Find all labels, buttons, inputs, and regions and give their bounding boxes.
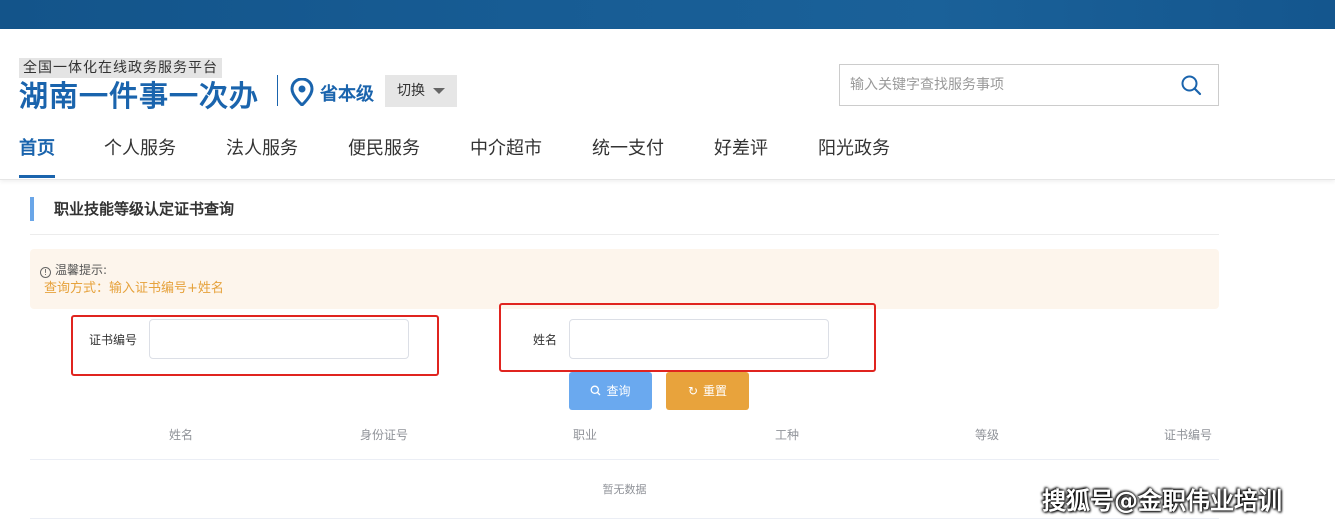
refresh-icon: ↻ (687, 384, 699, 398)
column-header-name: 姓名 (169, 428, 194, 442)
tip-heading-text: 温馨提示: (55, 263, 108, 277)
search-icon (591, 385, 601, 396)
cert-number-input[interactable] (149, 319, 409, 359)
region-level: 省本级 (320, 84, 374, 105)
brand-title[interactable]: 湖南一件事一次办 (19, 78, 259, 114)
switch-region-button[interactable]: 切换 (385, 75, 457, 107)
nav-item-unified-payment[interactable]: 统一支付 (592, 133, 664, 165)
caret-down-icon (433, 88, 445, 94)
info-icon: ! (40, 267, 51, 278)
tip-panel: ! 温馨提示: 查询方式：输入证书编号+姓名 (30, 249, 1219, 309)
nav-item-rating[interactable]: 好差评 (714, 133, 768, 165)
column-header-level: 等级 (975, 428, 1000, 442)
nav-item-personal-services[interactable]: 个人服务 (104, 133, 176, 165)
nav-item-convenience-services[interactable]: 便民服务 (348, 133, 420, 165)
query-button[interactable]: 查询 (569, 372, 652, 410)
column-header-id-number: 身份证号 (360, 428, 409, 442)
name-label: 姓名 (533, 333, 558, 347)
tip-text: 查询方式：输入证书编号+姓名 (44, 281, 224, 296)
header-divider (277, 75, 278, 106)
query-button-label: 查询 (606, 384, 631, 398)
nav-item-agency-market[interactable]: 中介超市 (470, 133, 542, 165)
watermark: 搜狐号@金职伟业培训 (1042, 487, 1282, 515)
title-divider (30, 234, 1219, 235)
results-table-header: 姓名 身份证号 职业 工种 等级 证书编号 (30, 420, 1219, 460)
tip-heading: ! 温馨提示: (40, 263, 107, 278)
top-banner (0, 0, 1335, 29)
column-header-cert-number: 证书编号 (1164, 428, 1213, 442)
switch-region-label: 切换 (397, 83, 425, 99)
reset-button-label: 重置 (703, 384, 728, 398)
nav-item-legal-entity-services[interactable]: 法人服务 (226, 133, 298, 165)
name-input[interactable] (569, 319, 829, 359)
platform-subtitle: 全国一体化在线政务服务平台 (19, 58, 222, 78)
search-box (839, 64, 1219, 106)
cert-number-label: 证书编号 (89, 333, 138, 347)
table-empty-state: 暂无数据 (30, 460, 1219, 519)
nav-item-open-government[interactable]: 阳光政务 (818, 133, 890, 165)
nav-item-home[interactable]: 首页 (19, 133, 55, 178)
page-title: 职业技能等级认定证书查询 (30, 197, 234, 221)
column-header-job-type: 工种 (775, 428, 800, 442)
location-pin-icon (290, 78, 314, 106)
column-header-occupation: 职业 (573, 428, 598, 442)
site-header: 全国一体化在线政务服务平台 湖南一件事一次办 省本级 切换 首页 个人服务 法人… (0, 29, 1335, 180)
reset-button[interactable]: ↻ 重置 (666, 372, 749, 410)
search-input[interactable] (840, 65, 1160, 105)
search-icon[interactable] (1180, 74, 1202, 96)
